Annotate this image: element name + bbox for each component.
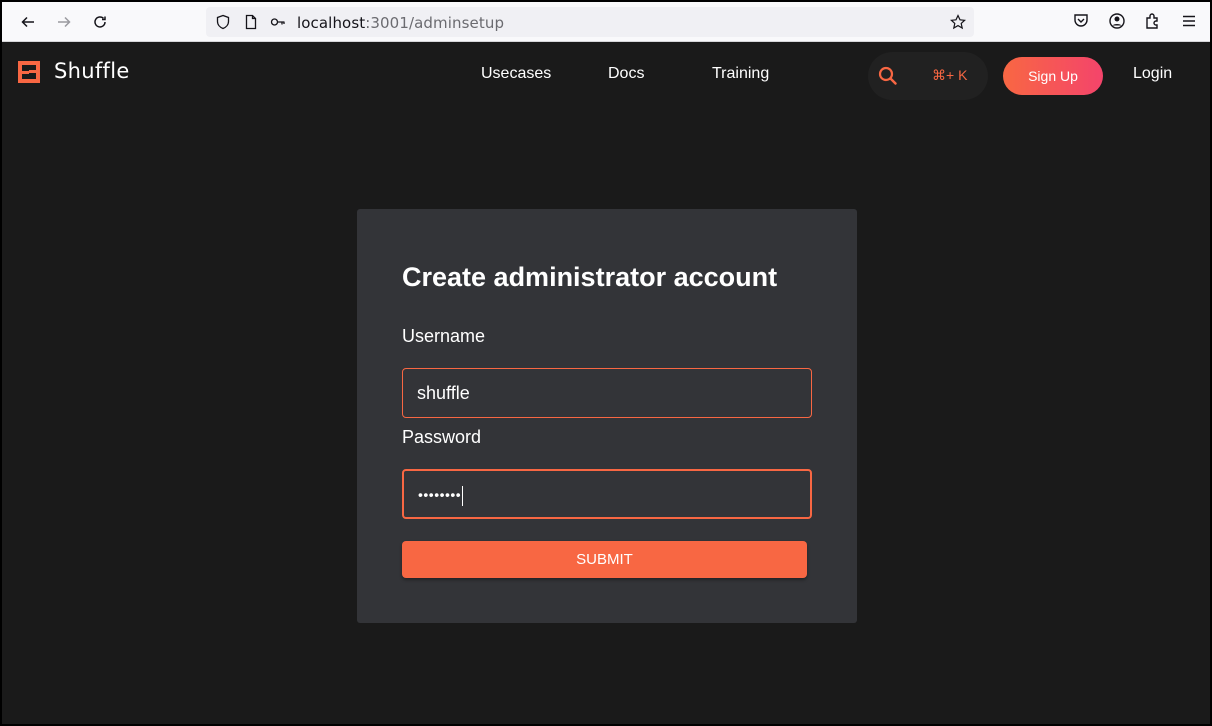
- extensions-icon[interactable]: [1144, 12, 1162, 30]
- url-host: localhost: [297, 14, 366, 32]
- menu-icon[interactable]: [1180, 12, 1198, 30]
- url-path: :3001/adminsetup: [365, 14, 505, 32]
- search-shortcut: ⌘+ K: [932, 67, 968, 83]
- nav-training[interactable]: Training: [712, 65, 769, 83]
- submit-button[interactable]: SUBMIT: [402, 541, 807, 578]
- password-mask: ••••••••: [418, 486, 462, 503]
- text-caret: [462, 486, 464, 506]
- username-label: Username: [402, 326, 486, 346]
- brand-name[interactable]: Shuffle: [54, 59, 130, 83]
- nav-docs[interactable]: Docs: [608, 65, 644, 83]
- reload-button[interactable]: [88, 10, 112, 34]
- search-icon: [878, 66, 897, 85]
- password-label: Password: [402, 427, 482, 447]
- browser-window: localhost:3001/adminsetup Shuffle Usecas…: [0, 0, 1212, 726]
- site-header: Shuffle Usecases Docs Training ⌘+ K Sign…: [2, 43, 1210, 107]
- browser-toolbar: localhost:3001/adminsetup: [2, 2, 1210, 42]
- password-input[interactable]: ••••••••: [402, 469, 812, 519]
- bookmark-star-icon[interactable]: [950, 14, 966, 30]
- shield-icon[interactable]: [215, 14, 231, 30]
- page-icon[interactable]: [243, 14, 259, 30]
- back-button[interactable]: [16, 10, 40, 34]
- username-input[interactable]: shuffle: [402, 368, 812, 418]
- reload-icon: [94, 16, 106, 28]
- account-icon[interactable]: [1108, 12, 1126, 30]
- page-title: Create administrator account: [402, 262, 778, 292]
- key-icon[interactable]: [270, 14, 286, 30]
- pocket-icon[interactable]: [1072, 12, 1090, 30]
- forward-button[interactable]: [52, 10, 76, 34]
- password-value: ••••••••: [418, 486, 464, 506]
- shuffle-logo-icon[interactable]: [17, 60, 41, 84]
- url-text[interactable]: localhost:3001/adminsetup: [297, 14, 504, 32]
- back-arrow-icon: [21, 16, 34, 28]
- signup-button[interactable]: Sign Up: [1003, 57, 1103, 95]
- search-button[interactable]: ⌘+ K: [868, 52, 988, 100]
- url-bar[interactable]: localhost:3001/adminsetup: [206, 7, 974, 37]
- admin-setup-card: Create administrator account Username sh…: [357, 209, 857, 623]
- forward-arrow-icon: [58, 16, 71, 28]
- nav-usecases[interactable]: Usecases: [481, 65, 551, 83]
- username-value: shuffle: [417, 383, 470, 403]
- login-link[interactable]: Login: [1133, 65, 1172, 83]
